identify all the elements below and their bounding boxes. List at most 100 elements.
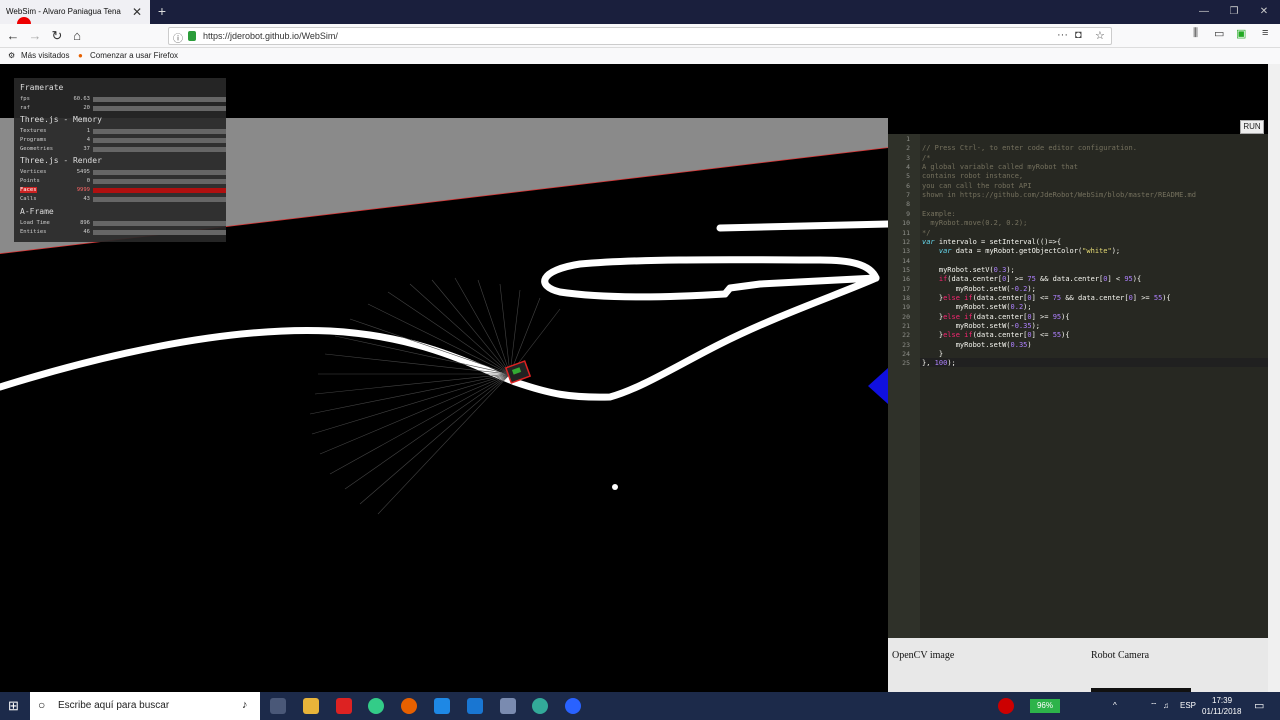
trello-icon[interactable] [467, 698, 483, 714]
close-window-button[interactable]: ✕ [1248, 0, 1280, 24]
code-line[interactable]: myRobot.setW(-0.35); [922, 322, 1040, 330]
line-number: 7 [906, 191, 910, 200]
line-number: 6 [906, 181, 910, 190]
line-number: 21 [902, 322, 910, 330]
line-number: 9 [906, 209, 910, 218]
code-line[interactable]: myRobot.setW(0.35) [922, 341, 1032, 349]
stats-row-vertices: Vertices 5495 [20, 169, 226, 177]
taskbar-search[interactable]: ○ Escribe aquí para buscar ♪ [30, 692, 260, 720]
page-scrollbar[interactable] [1268, 64, 1280, 692]
code-line[interactable]: if(data.center[0] >= 75 && data.center[0… [922, 275, 1141, 283]
pocket-icon[interactable]: ◘ [1075, 29, 1082, 41]
app-r-icon[interactable] [565, 698, 581, 714]
windows-start-icon[interactable]: ⊞ [8, 699, 19, 712]
code-line[interactable]: var intervalo = setInterval(()=>{ [922, 238, 1061, 246]
stats-row-points: Points 0 [20, 178, 226, 186]
code-line[interactable]: }else if(data.center[0] <= 55){ [922, 331, 1070, 339]
wifi-icon[interactable]: ⌔ [1150, 701, 1158, 711]
tab-close-icon[interactable]: ✕ [132, 0, 142, 24]
app-green-icon[interactable] [532, 698, 548, 714]
lock-icon [188, 31, 196, 41]
language-indicator[interactable]: ESP [1180, 701, 1196, 710]
cursor-icon [612, 484, 618, 490]
maximize-button[interactable]: ❐ [1218, 0, 1250, 24]
code-editor[interactable]: 1 2 3 4 5 6 7 8 9 10 11 12 13 14 15 16 17 18 19 20 21 22 23 24 2… [888, 134, 1268, 638]
editor-gutter: 1 2 3 4 5 6 7 8 9 10 11 12 13 14 15 16 17 18 19 20 21 22 23 24 2… [888, 134, 920, 638]
code-line[interactable]: you can call the robot API [922, 182, 1032, 190]
bookmark-star-icon[interactable]: ☆ [1095, 29, 1105, 42]
robot-camera-title: Robot Camera [1091, 650, 1150, 661]
line-number: 3 [906, 153, 910, 162]
forward-button[interactable]: → [26, 27, 44, 45]
line-number: 23 [902, 340, 910, 349]
code-line[interactable]: }else if(data.center[0] >= 95){ [922, 313, 1070, 321]
line-number: 14 [902, 256, 910, 265]
search-placeholder: Escribe aquí para buscar [58, 700, 170, 711]
file-explorer-icon[interactable] [303, 698, 319, 714]
microphone-icon[interactable]: ♪ [242, 699, 248, 711]
back-button[interactable]: ← [4, 27, 22, 45]
chrome-icon[interactable] [368, 698, 384, 714]
page-content: Framerate fps 60.63 raf 20 Three.js - Memo… [0, 64, 1280, 692]
tab-title: WebSim - Alvaro Paniagua Tena [6, 7, 121, 16]
task-view-icon[interactable] [270, 698, 286, 714]
code-line[interactable]: myRobot.setW(-0.2); [922, 285, 1036, 293]
code-line[interactable]: }else if(data.center[0] <= 75 && data.ce… [922, 294, 1171, 302]
page-actions-icon[interactable]: ··· [1057, 29, 1068, 41]
browser-chrome: WebSim - Alvaro Paniagua Tena ✕ + — ❐ ✕ … [0, 0, 1280, 64]
menu-icon[interactable]: ≡ [1262, 27, 1268, 39]
stats-row-geometries: Geometries 37 [20, 146, 226, 154]
url-text: https://jderobot.github.io/WebSim/ [203, 31, 338, 41]
stats-panel: Framerate fps 60.63 raf 20 Three.js - Memo… [14, 78, 226, 242]
stats-row-fps: fps 60.63 [20, 96, 226, 104]
opencv-image-title: OpenCV image [892, 650, 955, 661]
minimize-button[interactable]: — [1188, 0, 1220, 24]
stats-section-title: A-Frame [20, 207, 54, 216]
code-line[interactable]: myRobot.setV(0.3); [922, 266, 1015, 274]
firefox-taskbar-icon[interactable] [401, 698, 417, 714]
code-line[interactable]: var data = myRobot.getObjectColor("white… [922, 247, 1120, 255]
bookmark-getting-started[interactable]: Comenzar a usar Firefox [90, 51, 178, 60]
clock-date[interactable]: 01/11/2018 [1202, 707, 1241, 716]
code-line[interactable]: contains robot instance, [922, 172, 1023, 180]
code-line[interactable]: myRobot.setW(0.2); [922, 303, 1032, 311]
code-line[interactable]: Example: [922, 210, 956, 218]
app-network-icon[interactable] [500, 698, 516, 714]
code-line[interactable]: // Press Ctrl-, to enter code editor con… [922, 144, 1137, 152]
info-icon[interactable]: ⓘ [173, 30, 183, 45]
app-red-icon[interactable] [336, 698, 352, 714]
volume-icon[interactable]: ♫ [1163, 701, 1169, 710]
code-line[interactable]: A global variable called myRobot that [922, 163, 1078, 171]
code-line[interactable]: } [922, 350, 943, 358]
sidebar-icon[interactable]: ▭ [1214, 27, 1224, 40]
library-icon[interactable]: ⫼ [1193, 27, 1198, 40]
extension-icon[interactable]: ▣ [1236, 27, 1246, 40]
new-tab-button[interactable]: + [154, 0, 170, 24]
code-line[interactable]: shown in https://github.com/JdeRobot/Web… [922, 191, 1196, 199]
line-number: 16 [902, 275, 910, 284]
code-line[interactable]: /* [922, 154, 930, 162]
chevron-up-icon[interactable]: ^ [1113, 701, 1117, 710]
run-button[interactable]: RUN [1240, 120, 1264, 134]
search-icon: ○ [38, 698, 46, 712]
tray-app-icon[interactable] [998, 698, 1014, 714]
active-line-highlight [920, 358, 1268, 367]
line-number: 10 [902, 219, 910, 228]
code-line[interactable]: myRobot.move(0.2, 0.2); [922, 219, 1027, 227]
line-number: 13 [902, 247, 910, 256]
code-line[interactable]: }, 100); [922, 359, 956, 367]
bookmark-most-visited[interactable]: Más visitados [21, 51, 69, 60]
stats-section-title: Framerate [20, 83, 64, 92]
reload-button[interactable]: ↻ [48, 27, 66, 45]
code-line[interactable]: */ [922, 229, 930, 237]
url-bar[interactable]: ⓘ https://jderobot.github.io/WebSim/ ···… [168, 27, 1112, 45]
notifications-icon[interactable]: ▭ [1254, 699, 1264, 712]
battery-indicator[interactable]: 96% [1030, 699, 1060, 713]
line-number: 17 [902, 284, 910, 293]
line-number: 2 [906, 144, 910, 153]
app-l-icon[interactable] [434, 698, 450, 714]
stats-section-title: Three.js - Render [20, 156, 102, 165]
line-number: 11 [902, 228, 910, 237]
home-button[interactable]: ⌂ [68, 27, 86, 45]
clock-time[interactable]: 17:39 [1212, 696, 1232, 705]
